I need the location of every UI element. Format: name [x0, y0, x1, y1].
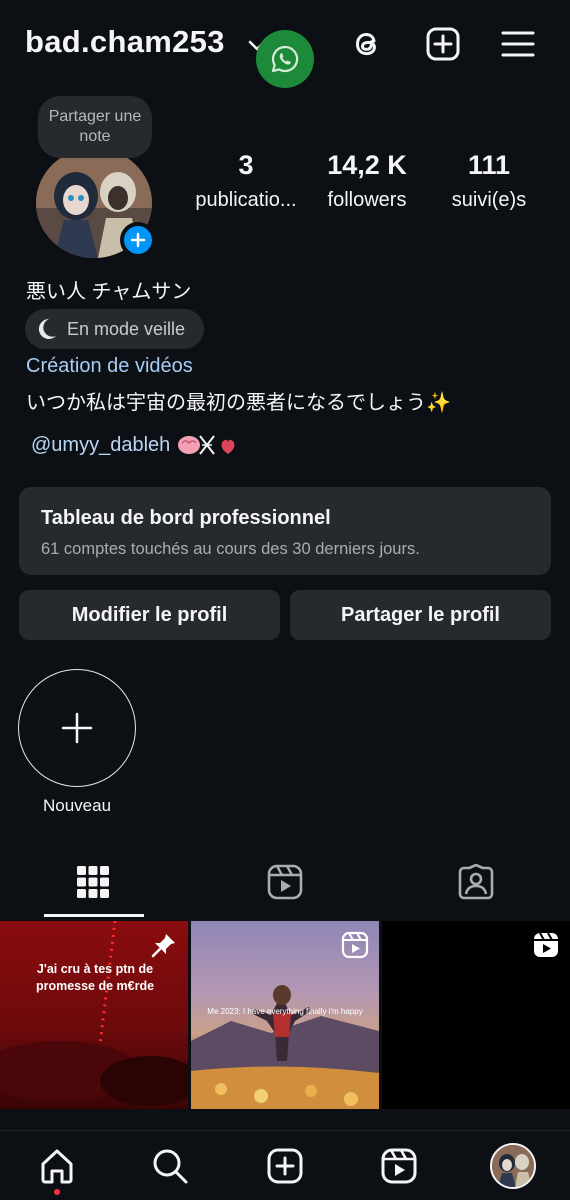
tab-tagged[interactable] — [456, 862, 496, 902]
share-note-bubble[interactable]: Partager une note — [38, 96, 152, 158]
tagged-person-icon — [458, 864, 494, 900]
whatsapp-icon[interactable] — [256, 30, 314, 88]
profile-category: Création de vidéos — [26, 355, 193, 377]
mention-text: @umyy_dableh — [31, 433, 171, 456]
post-thumbnail[interactable]: Me 2023: I have everything finally i'm h… — [191, 921, 379, 1109]
post-thumbnail[interactable] — [382, 921, 570, 1109]
post-thumbnail[interactable]: J'ai cru à tes ptn de promesse de m€rde — [0, 921, 188, 1109]
reels-icon — [534, 932, 558, 957]
new-highlight-button[interactable] — [18, 669, 136, 787]
stat-label: publicatio... — [195, 189, 297, 211]
posts-count[interactable]: 3 publicatio... — [190, 150, 302, 212]
create-post-icon[interactable] — [266, 1147, 304, 1185]
bio-mention-link[interactable]: @umyy_dableh — [31, 432, 246, 458]
tab-posts-grid[interactable] — [73, 862, 113, 902]
threads-icon[interactable] — [349, 26, 385, 62]
dashboard-title: Tableau de bord professionnel — [41, 507, 331, 529]
stat-value: 3 — [238, 150, 254, 180]
status-text: En mode veille — [67, 318, 186, 339]
posts-grid: J'ai cru à tes ptn de promesse de m€rde … — [0, 921, 570, 1111]
stat-value: 14,2 K — [327, 150, 407, 180]
bottom-navigation — [0, 1130, 570, 1200]
profile-tabs — [0, 852, 570, 918]
reels-icon — [267, 864, 303, 900]
reels-icon — [341, 931, 369, 959]
grid-icon — [77, 866, 109, 898]
emoji-decoration — [176, 432, 246, 458]
profile-bio: いつか私は宇宙の最初の悪者になるでしょう✨ — [26, 392, 451, 414]
add-story-icon[interactable] — [120, 222, 156, 258]
pin-icon — [151, 934, 175, 958]
professional-dashboard[interactable]: Tableau de bord professionnel 61 comptes… — [19, 487, 551, 575]
create-icon[interactable] — [425, 26, 461, 62]
top-bar: bad.cham253 — [0, 0, 570, 90]
stat-label: followers — [327, 189, 407, 211]
stat-value: 111 — [467, 150, 511, 180]
following-count[interactable]: 111 suivi(e)s — [444, 150, 534, 212]
reels-nav-icon[interactable] — [380, 1147, 418, 1185]
active-tab-indicator — [44, 914, 144, 917]
display-name: 悪い人 チャムサン — [26, 281, 192, 303]
status-pill[interactable]: En mode veille — [25, 309, 204, 349]
edit-profile-button[interactable]: Modifier le profil — [19, 590, 280, 640]
post-caption: Me 2023: I have everything finally i'm h… — [207, 1007, 363, 1016]
moon-icon — [38, 318, 56, 339]
menu-icon[interactable] — [500, 26, 536, 62]
share-profile-button[interactable]: Partager le profil — [290, 590, 551, 640]
home-icon[interactable] — [38, 1147, 76, 1185]
new-highlight-label: Nouveau — [42, 796, 112, 815]
stat-label: suivi(e)s — [451, 189, 527, 211]
post-caption: J'ai cru à tes ptn de promesse de m€rde — [35, 962, 155, 993]
followers-count[interactable]: 14,2 K followers — [318, 150, 416, 212]
plus-icon — [61, 712, 93, 744]
dashboard-subtitle: 61 comptes touchés au cours des 30 derni… — [41, 540, 420, 558]
notification-dot — [54, 1189, 60, 1195]
profile-avatar[interactable] — [36, 148, 156, 260]
account-username[interactable]: bad.cham253 — [25, 24, 225, 60]
search-icon[interactable] — [151, 1147, 189, 1185]
profile-avatar-icon[interactable] — [490, 1143, 536, 1189]
tab-reels[interactable] — [265, 862, 305, 902]
